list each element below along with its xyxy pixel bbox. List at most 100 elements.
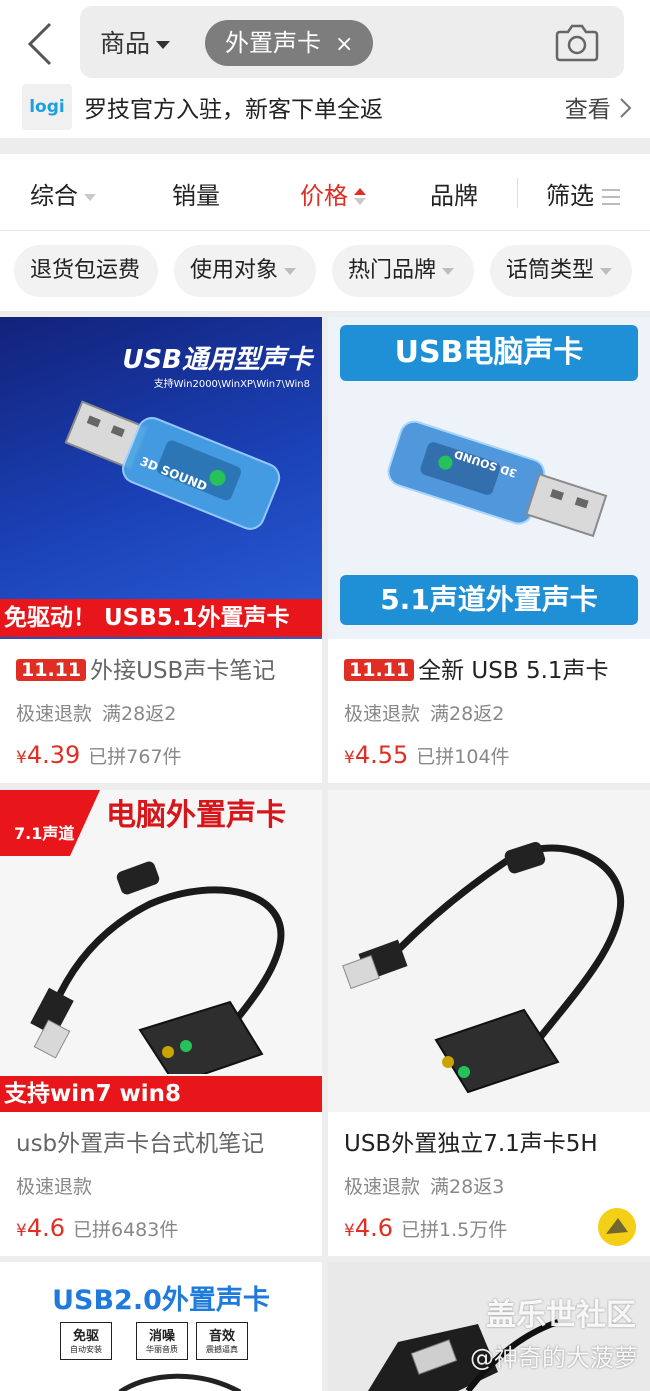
refund-tag: 极速退款 (344, 703, 421, 725)
search-chip[interactable]: 外置声卡 × (205, 20, 374, 66)
product-card[interactable]: USB外置独立7.1声卡5H 极速退款 满28返3 ¥4.6 已拼1.5万件 (328, 790, 650, 1256)
sort-tab-sales[interactable]: 销量 (172, 176, 220, 211)
product-image[interactable]: USB2.0外置声卡 免驱 自动安装 消噪 华丽音质 音效 震撼逼真 (0, 1262, 322, 1391)
image-headline: 电脑外置声卡 (106, 798, 286, 833)
sold-count: 已拼6483件 (73, 1219, 179, 1241)
promo-1111-badge: 11.11 (344, 659, 415, 681)
sort-bar: 综合 销量 价格 品牌 筛选 (0, 154, 650, 231)
sort-tab-brand[interactable]: 品牌 (430, 176, 478, 211)
back-button[interactable] (22, 18, 62, 70)
avatar[interactable] (598, 1208, 636, 1246)
product-image[interactable]: 7.1声道 电脑外置声卡 (0, 790, 322, 1112)
feature-box: 消噪 华丽音质 (136, 1322, 188, 1360)
sort-tab-label: 综合 (30, 182, 78, 210)
logi-logo: logi (22, 84, 72, 130)
search-bar[interactable]: 商品 外置声卡 × (80, 6, 624, 78)
product-title-text: 全新 USB 5.1声卡 (418, 658, 609, 684)
filter-label: 使用对象 (190, 258, 279, 283)
currency-symbol: ¥ (16, 748, 27, 768)
feature-box: 音效 震撼逼真 (196, 1322, 248, 1360)
product-title: 11.11 全新 USB 5.1声卡 (344, 651, 644, 685)
sort-tab-comprehensive[interactable]: 综合 (30, 176, 96, 211)
image-banner: 支持win7 win8 (0, 1076, 322, 1112)
product-title: usb外置声卡台式机笔记 (16, 1124, 316, 1158)
product-price: 4.39 (26, 741, 81, 769)
filter-target-user[interactable]: 使用对象 (174, 245, 316, 297)
product-meta: 极速退款 满28返2 (344, 699, 504, 726)
refund-tag: 极速退款 (16, 1176, 93, 1198)
product-card[interactable]: USB电脑声卡 3D SOUND 5.1声道外置声卡 11.11 全新 USB 5… (328, 317, 650, 783)
currency-symbol: ¥ (344, 748, 355, 768)
sort-tab-label: 销量 (172, 182, 220, 210)
brand-promo-bar[interactable]: logi 罗技官方入驻，新客下单全返 查看 (22, 82, 632, 132)
image-banner: 5.1声道外置声卡 (340, 575, 638, 625)
caret-down-icon (156, 41, 171, 49)
product-meta: 极速退款 满28返2 (16, 699, 176, 726)
sold-count: 已拼1.5万件 (401, 1219, 508, 1241)
chevron-right-icon (620, 98, 632, 118)
feature-sub: 华丽音质 (146, 1345, 178, 1354)
caret-down-icon (284, 267, 297, 275)
sort-order-icon (354, 188, 366, 206)
currency-symbol: ¥ (16, 1221, 27, 1241)
close-icon[interactable]: × (335, 32, 353, 57)
sold-count: 已拼104件 (416, 746, 510, 768)
promo-tag: 满28返2 (430, 703, 505, 725)
filter-label: 话筒类型 (506, 258, 595, 283)
sort-tab-label: 品牌 (430, 182, 478, 210)
product-card[interactable]: USB通用型声卡 支持Win2000\WinXP\Win7\Win8 3D SO… (0, 317, 322, 783)
usb-sound-card-image (387, 420, 608, 538)
filter-hot-brand[interactable]: 热门品牌 (332, 245, 474, 297)
product-card[interactable]: USB2.0外置声卡 免驱 自动安装 消噪 华丽音质 音效 震撼逼真 (0, 1262, 322, 1391)
cable-image (118, 1373, 242, 1391)
product-title: 11.11 外接USB声卡笔记 (16, 651, 316, 685)
camera-search-button[interactable] (554, 20, 600, 64)
feature-sub: 震撼逼真 (206, 1345, 238, 1354)
filter-free-return[interactable]: 退货包运费 (14, 245, 158, 297)
filter-mic-type[interactable]: 话筒类型 (490, 245, 632, 297)
camera-icon (555, 24, 599, 62)
product-title: USB外置独立7.1声卡5H (344, 1124, 644, 1158)
product-price: 4.55 (354, 741, 409, 769)
divider (517, 178, 518, 208)
refund-tag: 极速退款 (344, 1176, 421, 1198)
promo-1111-badge: 11.11 (16, 659, 87, 681)
product-price-row: ¥4.6 已拼1.5万件 (344, 1214, 507, 1242)
watermark-site: 盖乐世社区 (486, 1298, 636, 1333)
promo-tag: 满28返2 (102, 703, 177, 725)
product-title-text: usb外置声卡台式机笔记 (16, 1131, 265, 1157)
avatar-image (598, 1208, 636, 1246)
product-title-text: USB外置独立7.1声卡5H (344, 1131, 598, 1157)
product-card[interactable]: 7.1声道 电脑外置声卡 支持win7 win8 usb外置声卡台式机笔记 极速… (0, 790, 322, 1256)
usb-sound-card-image (30, 861, 285, 1074)
filter-bar: 退货包运费 使用对象 热门品牌 话筒类型 (0, 231, 650, 311)
product-image[interactable]: USB电脑声卡 3D SOUND 5.1声道外置声卡 (328, 317, 650, 639)
refund-tag: 极速退款 (16, 703, 93, 725)
category-label: 商品 (100, 29, 151, 58)
sort-tab-label: 筛选 (546, 182, 594, 210)
product-image[interactable] (328, 790, 650, 1112)
top-header: 商品 外置声卡 × logi 罗技官方入驻，新客下单全返 查看 (0, 0, 650, 138)
filter-label: 退货包运费 (30, 258, 141, 283)
image-banner: 免驱动！ USB5.1外置声卡 (0, 599, 322, 637)
product-meta: 极速退款 (16, 1172, 92, 1199)
chevron-left-icon (27, 22, 52, 66)
promo-view-label: 查看 (564, 97, 611, 123)
product-image[interactable]: USB通用型声卡 支持Win2000\WinXP\Win7\Win8 3D SO… (0, 317, 322, 639)
product-meta: 极速退款 满28返3 (344, 1172, 504, 1199)
feature-title: 消噪 (148, 1329, 175, 1344)
image-headline: USB2.0外置声卡 (52, 1285, 270, 1316)
caret-down-icon (442, 267, 455, 275)
sort-tab-price[interactable]: 价格 (300, 176, 366, 211)
feature-box: 免驱 自动安装 (60, 1322, 112, 1360)
product-price: 4.6 (354, 1214, 393, 1242)
filter-label: 热门品牌 (348, 258, 437, 283)
sort-tab-filter[interactable]: 筛选 (546, 176, 620, 211)
promo-view-link[interactable]: 查看 (565, 90, 632, 124)
product-price-row: ¥4.55 已拼104件 (344, 741, 510, 769)
feature-title: 免驱 (72, 1329, 99, 1344)
caret-down-icon (84, 193, 96, 201)
product-title-text: 外接USB声卡笔记 (90, 658, 276, 684)
image-headline: USB电脑声卡 (340, 325, 638, 381)
category-dropdown[interactable]: 商品 (100, 24, 171, 60)
